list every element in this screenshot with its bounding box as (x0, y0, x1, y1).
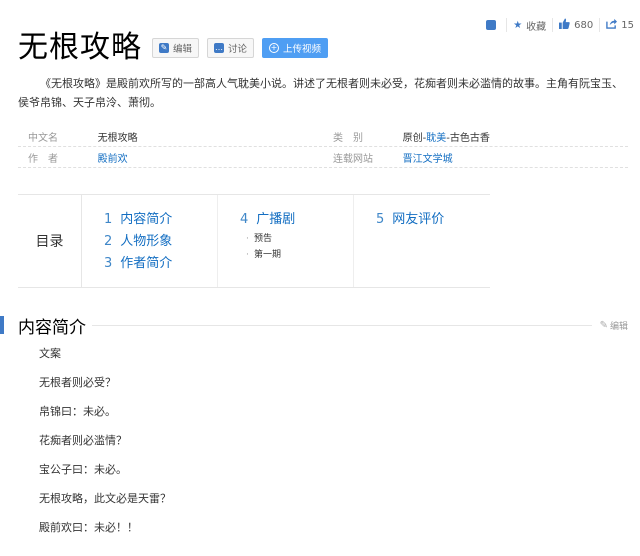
pencil-icon: ✎ (599, 319, 608, 331)
catalog-text: 网友评价 (392, 212, 445, 227)
paragraph: 无根者则必受？ (39, 376, 116, 389)
add-button[interactable]: + (480, 18, 506, 32)
catalog-sub-trailer[interactable]: 预告 (240, 231, 353, 247)
page-title: 无根攻略 (18, 30, 142, 65)
info-name-chinese-name: 中文名 (28, 132, 58, 144)
catalog-num: 4 (240, 212, 249, 227)
catalog-text: 人物形象 (120, 234, 173, 249)
star-icon: ★ (513, 19, 523, 31)
catalog-num: 1 (104, 212, 113, 227)
catalog-column: 1 内容简介 2 人物形象 3 作者简介 (82, 195, 218, 287)
info-row: 中文名 无根攻略 类 别 原创-耽美-古色古香 (18, 126, 628, 147)
plus-circle-icon: + (269, 43, 280, 53)
category-suffix: -古色古香 (446, 132, 490, 144)
pencil-icon: ✎ (159, 43, 169, 53)
chat-icon: … (214, 43, 225, 53)
section-title: 内容简介 (18, 317, 86, 338)
basic-info: 中文名 无根攻略 类 别 原创-耽美-古色古香 作 者 殿前欢 连载网站 晋江文… (18, 126, 628, 168)
paragraph: 殿前欢曰：未必！！ (39, 521, 138, 534)
info-name-author: 作 者 (28, 153, 58, 165)
section-heading: 内容简介 ✎ 编辑 (0, 314, 628, 338)
catalog-column: 4 广播剧 预告 第一期 (218, 195, 354, 287)
collect-label: 收藏 (526, 21, 547, 33)
paragraph: 文案 (39, 347, 61, 360)
share-icon (606, 18, 618, 32)
catalog-item-summary[interactable]: 1 内容简介 (104, 209, 217, 231)
share-button[interactable]: 15 (599, 18, 640, 32)
catalog-item-reviews[interactable]: 5 网友评价 (376, 209, 490, 231)
section-accent-bar (0, 316, 4, 334)
catalog-text: 内容简介 (120, 212, 173, 227)
section-content: 文案 无根者则必受？ 帛锦曰：未必。 花痴者则必滥情？ 宝公子曰：未必。 无根攻… (39, 343, 171, 546)
discuss-label: 讨论 (228, 44, 248, 55)
catalog-item-characters[interactable]: 2 人物形象 (104, 231, 217, 253)
info-value-category: 原创-耽美-古色古香 (403, 129, 628, 144)
paragraph: 花痴者则必滥情？ (39, 434, 127, 447)
catalog-text: 作者简介 (120, 256, 173, 271)
top-toolbar: + ★ 收藏 680 15 (480, 17, 640, 33)
paragraph: 帛锦曰：未必。 (39, 405, 116, 418)
like-button[interactable]: 680 (552, 18, 599, 32)
catalog-text: 广播剧 (256, 212, 296, 227)
paragraph: 无根攻略，此文必是天雷？ (39, 492, 171, 505)
upload-video-button[interactable]: + 上传视频 (262, 38, 329, 58)
catalog-num: 5 (376, 212, 385, 227)
collect-button[interactable]: ★ 收藏 (506, 18, 552, 33)
catalog-item-author[interactable]: 3 作者简介 (104, 253, 217, 275)
upload-video-label: 上传视频 (283, 44, 322, 55)
thumbs-up-icon (559, 18, 570, 32)
discuss-button[interactable]: … 讨论 (207, 38, 255, 58)
info-name-website: 连载网站 (333, 153, 373, 165)
lemma-summary: 《无根攻略》是殿前欢所写的一部高人气耽美小说。讲述了无根者则未必受，花痴者则未必… (18, 77, 623, 109)
catalog-label: 目录 (18, 195, 82, 287)
section-edit-label: 编辑 (609, 321, 628, 332)
info-value-chinese-name: 无根攻略 (97, 132, 138, 144)
paragraph: 宝公子曰：未必。 (39, 463, 127, 476)
category-link-danmei[interactable]: 耽美 (426, 133, 446, 144)
catalog-item-radio-drama[interactable]: 4 广播剧 (240, 209, 353, 231)
info-row: 作 者 殿前欢 连载网站 晋江文学城 (18, 147, 628, 168)
like-count: 680 (574, 19, 594, 31)
catalog-num: 2 (104, 234, 113, 249)
share-count: 15 (621, 19, 634, 31)
category-prefix: 原创- (402, 132, 427, 144)
plus-icon: + (486, 20, 497, 30)
info-value-website-link[interactable]: 晋江文学城 (403, 150, 628, 165)
catalog-column: 5 网友评价 (354, 195, 490, 287)
section-divider (92, 324, 592, 326)
title-row: 无根攻略 ✎ 编辑 … 讨论 + 上传视频 (18, 30, 329, 66)
edit-label: 编辑 (173, 44, 193, 55)
catalog-sub-episode-1[interactable]: 第一期 (240, 247, 353, 263)
catalog: 目录 1 内容简介 2 人物形象 3 作者简介 4 广播剧 预告 第一期 5 网友评价 (18, 194, 490, 288)
edit-button[interactable]: ✎ 编辑 (152, 38, 200, 58)
catalog-num: 3 (104, 256, 113, 271)
info-name-category: 类 别 (333, 132, 363, 144)
section-edit-button[interactable]: ✎ 编辑 (600, 319, 628, 332)
info-value-author-link[interactable]: 殿前欢 (98, 150, 323, 165)
